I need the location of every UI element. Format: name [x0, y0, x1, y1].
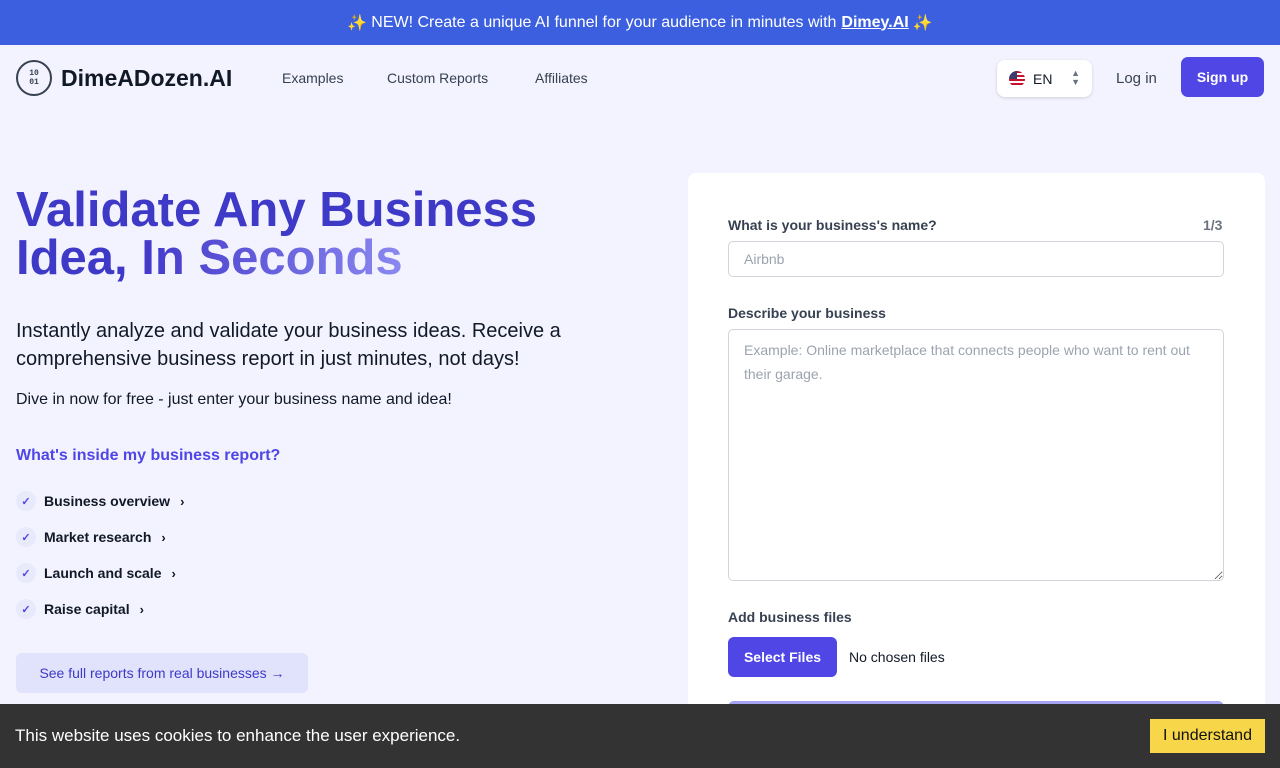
check-icon: ✓: [16, 491, 36, 511]
business-description-label: Describe your business: [728, 305, 886, 321]
step-indicator: 1/3: [1203, 217, 1223, 233]
sparkle-icon: ✨: [912, 14, 933, 32]
top-nav: 10 01 DimeADozen.AI Examples Custom Repor…: [0, 45, 1280, 111]
hero-lead: Instantly analyze and validate your busi…: [16, 320, 561, 370]
language-value: EN: [1033, 70, 1053, 87]
login-link[interactable]: Log in: [1116, 70, 1157, 87]
check-icon: ✓: [16, 599, 36, 619]
report-item-business-overview[interactable]: ✓ Business overview ›: [16, 483, 184, 519]
signup-button[interactable]: Sign up: [1181, 57, 1264, 97]
business-form-card: What is your business's name? 1/3 Descri…: [688, 173, 1265, 768]
chevron-updown-icon: ▲ ▼: [1071, 68, 1080, 87]
report-item-label: Raise capital: [44, 601, 130, 617]
logo-text: DimeADozen.AI: [61, 64, 233, 91]
check-icon: ✓: [16, 563, 36, 583]
sparkle-icon: ✨: [347, 14, 368, 32]
hero-title: Validate Any Business Idea, In Seconds: [16, 186, 636, 285]
logo[interactable]: 10 01 DimeADozen.AI: [16, 60, 232, 96]
banner-text: NEW! Create a unique AI funnel for your …: [371, 13, 837, 31]
report-item-market-research[interactable]: ✓ Market research ›: [16, 519, 184, 555]
hero-title-part2: In Seconds: [141, 231, 403, 285]
chevron-right-icon: ›: [180, 493, 185, 509]
us-flag-icon: [1009, 70, 1025, 87]
promo-banner: ✨ NEW! Create a unique AI funnel for you…: [0, 0, 1280, 45]
report-item-label: Market research: [44, 529, 152, 545]
dimey-link[interactable]: Dimey.AI: [841, 14, 908, 32]
report-item-label: Launch and scale: [44, 565, 162, 581]
report-item-launch-and-scale[interactable]: ✓ Launch and scale ›: [16, 555, 184, 591]
report-item-raise-capital[interactable]: ✓ Raise capital ›: [16, 591, 184, 627]
business-name-input[interactable]: [728, 241, 1224, 277]
language-select[interactable]: EN ▲ ▼: [997, 60, 1092, 97]
chevron-right-icon: ›: [171, 565, 176, 581]
chevron-right-icon: ›: [139, 601, 144, 617]
coin-logo-icon: 10 01: [16, 60, 52, 96]
check-icon: ✓: [16, 527, 36, 547]
nav-link-custom-reports[interactable]: Custom Reports: [387, 70, 488, 86]
nav-link-examples[interactable]: Examples: [282, 70, 343, 86]
cookie-banner: This website uses cookies to enhance the…: [0, 704, 1280, 768]
see-full-reports-button[interactable]: See full reports from real businesses →: [16, 653, 308, 693]
hero-subtext: Dive in now for free - just enter your b…: [16, 391, 452, 408]
chevron-right-icon: ›: [161, 529, 166, 545]
cookie-message: This website uses cookies to enhance the…: [15, 726, 461, 745]
report-contents-title: What's inside my business report?: [16, 447, 281, 464]
report-item-label: Business overview: [44, 493, 171, 509]
business-description-input[interactable]: [728, 329, 1224, 581]
cookie-accept-button[interactable]: I understand: [1150, 719, 1265, 753]
business-files-label: Add business files: [728, 609, 852, 625]
business-name-label: What is your business's name?: [728, 217, 937, 233]
nav-link-affiliates[interactable]: Affiliates: [535, 70, 588, 86]
file-status: No chosen files: [849, 649, 945, 665]
report-contents-list: ✓ Business overview › ✓ Market research …: [16, 483, 184, 627]
select-files-button[interactable]: Select Files: [728, 637, 837, 677]
